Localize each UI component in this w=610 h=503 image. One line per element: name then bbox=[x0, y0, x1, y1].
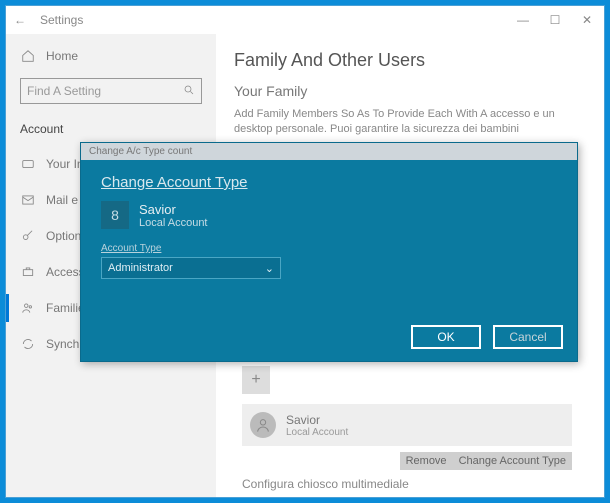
close-button[interactable]: ✕ bbox=[578, 13, 596, 27]
back-button[interactable]: ← bbox=[14, 13, 26, 27]
user-tile[interactable]: Savior Local Account bbox=[242, 404, 572, 446]
settings-window: ← Settings — ☐ ✕ Home Find A Setting Acc… bbox=[5, 5, 605, 498]
chevron-down-icon: ⌄ bbox=[265, 262, 274, 275]
minimize-button[interactable]: — bbox=[514, 13, 532, 27]
add-user-button[interactable]: + bbox=[242, 366, 270, 394]
kiosk-link[interactable]: Configura chiosco multimediale bbox=[242, 477, 409, 491]
sidebar-item-label: Option bbox=[46, 229, 81, 243]
other-users-area: + Savior Local Account Change Account Ty… bbox=[242, 366, 572, 470]
remove-user-button[interactable]: Remove bbox=[400, 452, 453, 470]
titlebar: ← Settings — ☐ ✕ bbox=[6, 6, 604, 34]
user-icon bbox=[20, 156, 36, 172]
account-type-dropdown[interactable]: Administrator ⌄ bbox=[101, 257, 281, 279]
ok-button[interactable]: OK bbox=[411, 325, 481, 349]
user-tile-sub: Local Account bbox=[286, 427, 348, 438]
mail-icon bbox=[20, 192, 36, 208]
sidebar-section: Account bbox=[20, 122, 202, 136]
briefcase-icon bbox=[20, 264, 36, 280]
dialog-account-sub: Local Account bbox=[139, 217, 208, 229]
change-account-type-button[interactable]: Change Account Type bbox=[453, 452, 572, 470]
people-icon bbox=[20, 300, 36, 316]
window-title: Settings bbox=[40, 13, 83, 27]
page-subheading: Your Family bbox=[234, 83, 586, 99]
change-account-type-dialog: Change A/c Type count Change Account Typ… bbox=[80, 142, 578, 362]
dialog-account-name: Savior bbox=[139, 202, 208, 217]
sidebar-home[interactable]: Home bbox=[20, 42, 202, 70]
search-input[interactable]: Find A Setting bbox=[20, 78, 202, 104]
dialog-heading: Change Account Type bbox=[101, 174, 557, 191]
dropdown-value: Administrator bbox=[108, 262, 173, 274]
search-icon bbox=[183, 84, 195, 99]
account-type-label: Account Type bbox=[101, 243, 557, 254]
sync-icon bbox=[20, 336, 36, 352]
search-placeholder: Find A Setting bbox=[27, 84, 101, 98]
user-tile-name: Savior bbox=[286, 413, 348, 427]
sidebar-home-label: Home bbox=[46, 49, 78, 63]
avatar-icon bbox=[250, 412, 276, 438]
dialog-avatar: 8 bbox=[101, 201, 129, 229]
family-description: Add Family Members So As To Provide Each… bbox=[234, 107, 586, 138]
sidebar-item-label: Access bbox=[46, 265, 85, 279]
home-icon bbox=[20, 48, 36, 64]
key-icon bbox=[20, 228, 36, 244]
dialog-titlebar: Change A/c Type count bbox=[81, 143, 577, 160]
page-heading: Family And Other Users bbox=[234, 50, 586, 71]
maximize-button[interactable]: ☐ bbox=[546, 13, 564, 27]
cancel-button[interactable]: Cancel bbox=[493, 325, 563, 349]
